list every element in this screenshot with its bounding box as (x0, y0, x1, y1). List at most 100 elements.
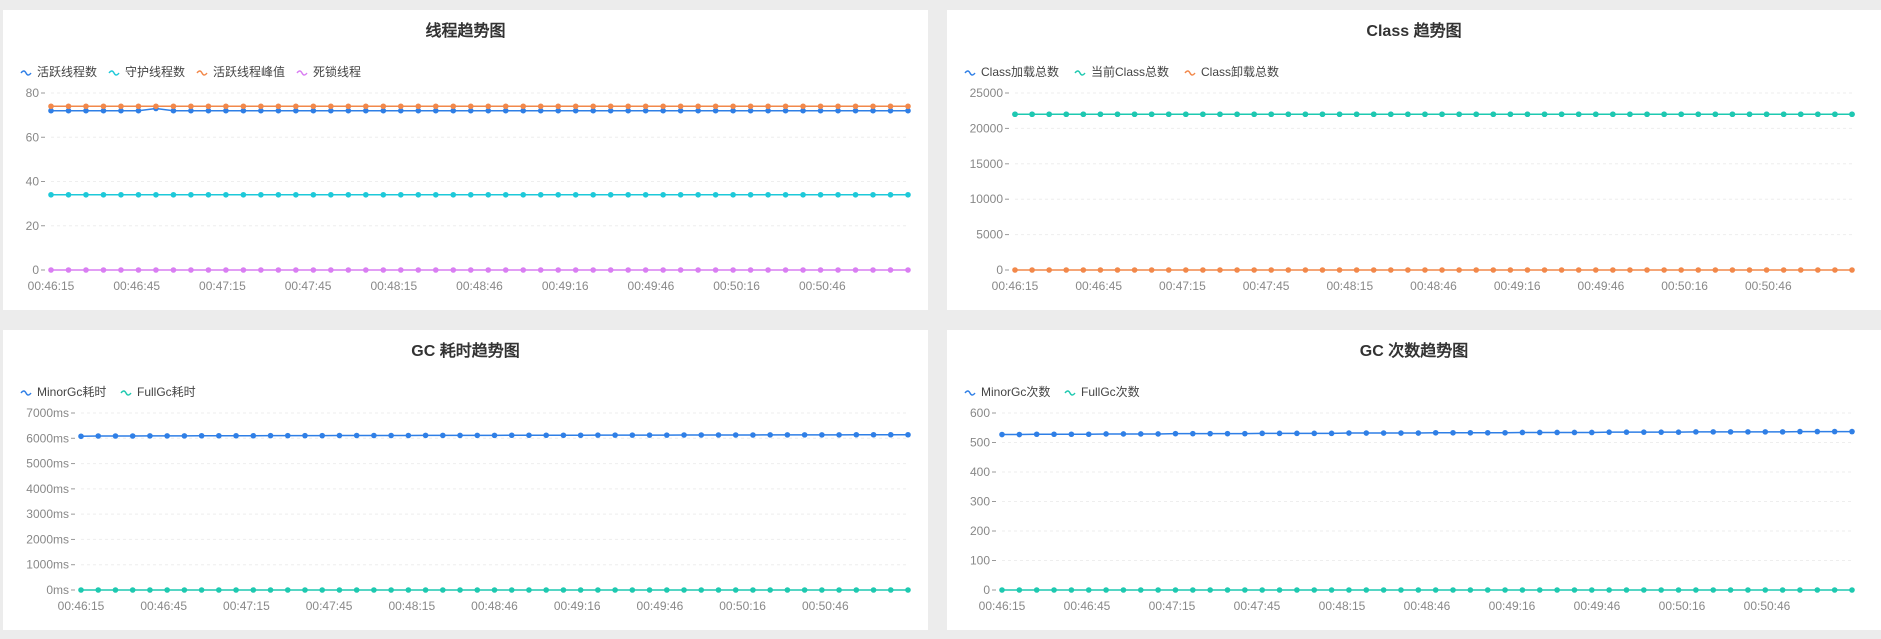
data-point[interactable] (999, 431, 1005, 438)
data-point[interactable] (1507, 267, 1514, 273)
data-point[interactable] (572, 103, 579, 110)
data-point[interactable] (302, 587, 308, 593)
data-point[interactable] (353, 432, 360, 439)
data-point[interactable] (1294, 587, 1300, 593)
data-point[interactable] (1484, 429, 1491, 436)
data-point[interactable] (577, 432, 584, 439)
data-point[interactable] (1346, 430, 1352, 436)
data-point[interactable] (1675, 587, 1682, 593)
data-point[interactable] (1432, 429, 1439, 436)
data-point[interactable] (147, 433, 153, 439)
data-point[interactable] (112, 433, 119, 439)
data-point[interactable] (1450, 429, 1456, 436)
data-point[interactable] (1507, 111, 1514, 118)
data-point[interactable] (572, 191, 579, 198)
data-point[interactable] (319, 432, 326, 439)
data-point[interactable] (905, 267, 911, 273)
data-point[interactable] (730, 267, 736, 273)
data-point[interactable] (1712, 111, 1719, 118)
data-point[interactable] (380, 191, 387, 198)
data-point[interactable] (302, 432, 308, 439)
data-point[interactable] (712, 191, 719, 198)
data-point[interactable] (267, 587, 274, 593)
data-point[interactable] (1524, 267, 1531, 273)
data-point[interactable] (642, 191, 649, 198)
data-point[interactable] (164, 433, 170, 439)
data-point[interactable] (380, 103, 387, 110)
data-point[interactable] (198, 587, 205, 593)
data-point[interactable] (747, 103, 754, 110)
data-point[interactable] (1710, 429, 1717, 435)
data-point[interactable] (1155, 431, 1161, 437)
data-point[interactable] (784, 587, 791, 593)
data-point[interactable] (1536, 587, 1543, 593)
data-point[interactable] (153, 191, 159, 198)
data-point[interactable] (1644, 111, 1650, 118)
data-point[interactable] (240, 191, 247, 198)
data-point[interactable] (170, 267, 177, 273)
data-point[interactable] (1467, 429, 1474, 436)
data-point[interactable] (1762, 587, 1769, 593)
data-point[interactable] (1268, 111, 1275, 118)
data-point[interactable] (467, 267, 474, 273)
data-point[interactable] (520, 267, 527, 273)
data-point[interactable] (240, 267, 247, 273)
data-point[interactable] (293, 103, 299, 110)
data-point[interactable] (1380, 430, 1387, 436)
data-point[interactable] (1234, 111, 1240, 118)
data-point[interactable] (223, 267, 229, 273)
data-point[interactable] (397, 267, 404, 273)
data-point[interactable] (835, 191, 841, 198)
data-point[interactable] (147, 587, 153, 593)
data-point[interactable] (1370, 111, 1377, 118)
data-point[interactable] (1103, 587, 1109, 593)
data-point[interactable] (1541, 111, 1548, 118)
data-point[interactable] (646, 432, 653, 438)
data-point[interactable] (415, 103, 422, 110)
data-point[interactable] (765, 191, 771, 198)
data-point[interactable] (78, 587, 84, 593)
data-point[interactable] (1285, 267, 1292, 273)
data-point[interactable] (642, 267, 649, 273)
data-point[interactable] (836, 587, 842, 593)
data-point[interactable] (1200, 111, 1206, 118)
data-point[interactable] (1068, 587, 1075, 593)
data-point[interactable] (1541, 267, 1548, 273)
data-point[interactable] (1422, 111, 1428, 118)
data-point[interactable] (319, 587, 326, 593)
data-point[interactable] (1353, 111, 1360, 118)
data-point[interactable] (388, 587, 394, 593)
data-point[interactable] (1085, 431, 1092, 438)
data-point[interactable] (555, 103, 562, 110)
data-point[interactable] (328, 103, 334, 110)
data-point[interactable] (1207, 587, 1213, 593)
data-point[interactable] (491, 587, 498, 593)
data-point[interactable] (1678, 111, 1684, 118)
data-point[interactable] (371, 587, 377, 593)
data-point[interactable] (1762, 429, 1769, 435)
data-point[interactable] (1779, 587, 1786, 593)
data-point[interactable] (135, 191, 142, 198)
data-point[interactable] (1467, 587, 1474, 593)
data-point[interactable] (1606, 429, 1612, 435)
data-point[interactable] (819, 587, 825, 593)
data-point[interactable] (870, 431, 877, 438)
data-point[interactable] (1592, 111, 1599, 118)
data-point[interactable] (1536, 429, 1543, 436)
data-point[interactable] (1415, 587, 1422, 593)
data-point[interactable] (887, 587, 894, 593)
data-point[interactable] (1046, 111, 1052, 118)
data-point[interactable] (537, 267, 544, 273)
legend-item-gc-time-0[interactable]: MinorGc耗时 (20, 385, 106, 399)
data-point[interactable] (250, 587, 257, 593)
data-point[interactable] (1610, 111, 1616, 118)
data-point[interactable] (1165, 267, 1172, 273)
data-point[interactable] (607, 191, 614, 198)
data-point[interactable] (852, 103, 859, 110)
data-point[interactable] (526, 432, 532, 439)
data-point[interactable] (223, 103, 229, 110)
data-point[interactable] (1473, 267, 1480, 273)
data-point[interactable] (677, 103, 684, 110)
data-point[interactable] (560, 432, 567, 439)
data-point[interactable] (625, 191, 631, 198)
